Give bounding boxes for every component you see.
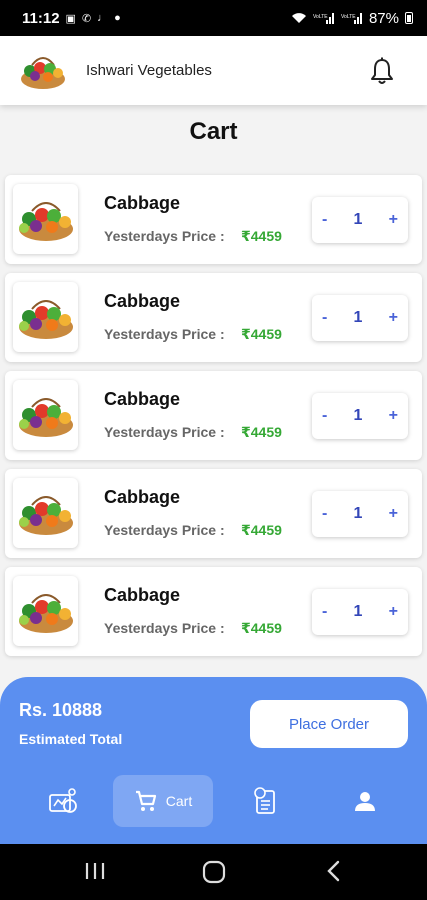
quantity-stepper: - 1 + [312,197,408,243]
quantity-stepper: - 1 + [312,295,408,341]
quantity-value: 1 [353,211,363,228]
app-bar: Ishwari Vegetables [0,36,427,105]
nav-cart[interactable]: Cart [113,775,213,827]
nav-profile[interactable] [340,775,390,827]
price-label: Yesterdays Price : [104,424,225,440]
cart-list: Cabbage Yesterdays Price : ₹4459 - 1 + C… [5,175,422,665]
nav-orders[interactable] [240,775,290,827]
product-name: Cabbage [104,389,181,409]
quantity-value: 1 [353,505,363,522]
product-thumbnail [13,282,78,352]
quantity-stepper: - 1 + [312,491,408,537]
decrement-button[interactable]: - [322,211,327,229]
quantity-value: 1 [353,407,363,424]
vegetable-basket-icon [21,56,65,89]
app-title: Ishwari Vegetables [86,62,212,79]
back-icon[interactable] [324,860,344,882]
increment-button[interactable]: + [389,309,398,327]
wifi-icon [291,13,306,23]
cart-item-card: Cabbage Yesterdays Price : ₹4459 - 1 + [5,469,422,558]
nav-cart-label: Cart [165,793,193,809]
vegetable-basket-icon [18,496,73,535]
signal-volte1-icon: VoLTE [313,13,334,24]
estimated-total-label: Estimated Total [19,731,123,747]
product-thumbnail [13,478,78,548]
orders-icon [254,787,275,814]
home-icon[interactable] [202,860,226,884]
product-name: Cabbage [104,585,181,605]
cart-icon [135,790,156,811]
price-value: ₹4459 [241,326,282,342]
increment-button[interactable]: + [389,505,398,523]
bell-icon[interactable] [369,57,395,85]
status-time: 11:12 [22,9,60,27]
price-value: ₹4459 [241,228,282,244]
price-value: ₹4459 [241,424,282,440]
price-value: ₹4459 [241,620,282,636]
estimated-total-amount: Rs. 10888 [19,700,103,720]
price-label: Yesterdays Price : [104,228,225,244]
increment-button[interactable]: + [389,603,398,621]
price-label: Yesterdays Price : [104,326,225,342]
image-icon: ▣ [65,12,76,25]
cart-item-card: Cabbage Yesterdays Price : ₹4459 - 1 + [5,273,422,362]
battery-icon [405,12,413,24]
vegetable-basket-icon [18,202,73,241]
checkout-panel: Rs. 10888 Estimated Total Place Order Ca… [0,677,427,844]
price-label: Yesterdays Price : [104,620,225,636]
nav-vegetables[interactable] [38,775,88,827]
product-thumbnail [13,380,78,450]
increment-button[interactable]: + [389,211,398,229]
page-title: Cart [189,118,238,145]
price-label: Yesterdays Price : [104,522,225,538]
product-name: Cabbage [104,291,181,311]
svg-text:VoLTE: VoLTE [313,14,328,20]
vegetable-basket-icon [18,300,73,339]
decrement-button[interactable]: - [322,309,327,327]
music-icon: ♩ [97,12,109,24]
quantity-value: 1 [353,603,363,620]
signal-volte2-icon: VoLTE [341,13,362,24]
battery-percent: 87% [368,9,399,27]
dot-icon: ● [114,12,121,24]
increment-button[interactable]: + [389,407,398,425]
price-value: ₹4459 [241,522,282,538]
decrement-button[interactable]: - [322,505,327,523]
decrement-button[interactable]: - [322,603,327,621]
vegetables-icon [49,788,77,813]
cart-item-card: Cabbage Yesterdays Price : ₹4459 - 1 + [5,371,422,460]
bottom-nav: Cart [0,775,427,831]
quantity-stepper: - 1 + [312,393,408,439]
svg-text:VoLTE: VoLTE [341,14,356,20]
decrement-button[interactable]: - [322,407,327,425]
vegetable-basket-icon [18,594,73,633]
place-order-button[interactable]: Place Order [250,700,408,748]
product-thumbnail [13,184,78,254]
profile-icon [355,792,375,811]
product-name: Cabbage [104,193,181,213]
vegetable-basket-icon [18,398,73,437]
cart-item-card: Cabbage Yesterdays Price : ₹4459 - 1 + [5,175,422,264]
product-name: Cabbage [104,487,181,507]
product-thumbnail [13,576,78,646]
system-nav-bar [0,844,427,900]
cart-item-card: Cabbage Yesterdays Price : ₹4459 - 1 + [5,567,422,656]
status-bar: 11:12 ▣ ✆ ♩ ● VoLTE VoLTE 87% [0,0,427,36]
quantity-stepper: - 1 + [312,589,408,635]
recent-apps-icon[interactable] [84,860,106,882]
quantity-value: 1 [353,309,363,326]
missed-call-icon: ✆ [81,12,92,25]
